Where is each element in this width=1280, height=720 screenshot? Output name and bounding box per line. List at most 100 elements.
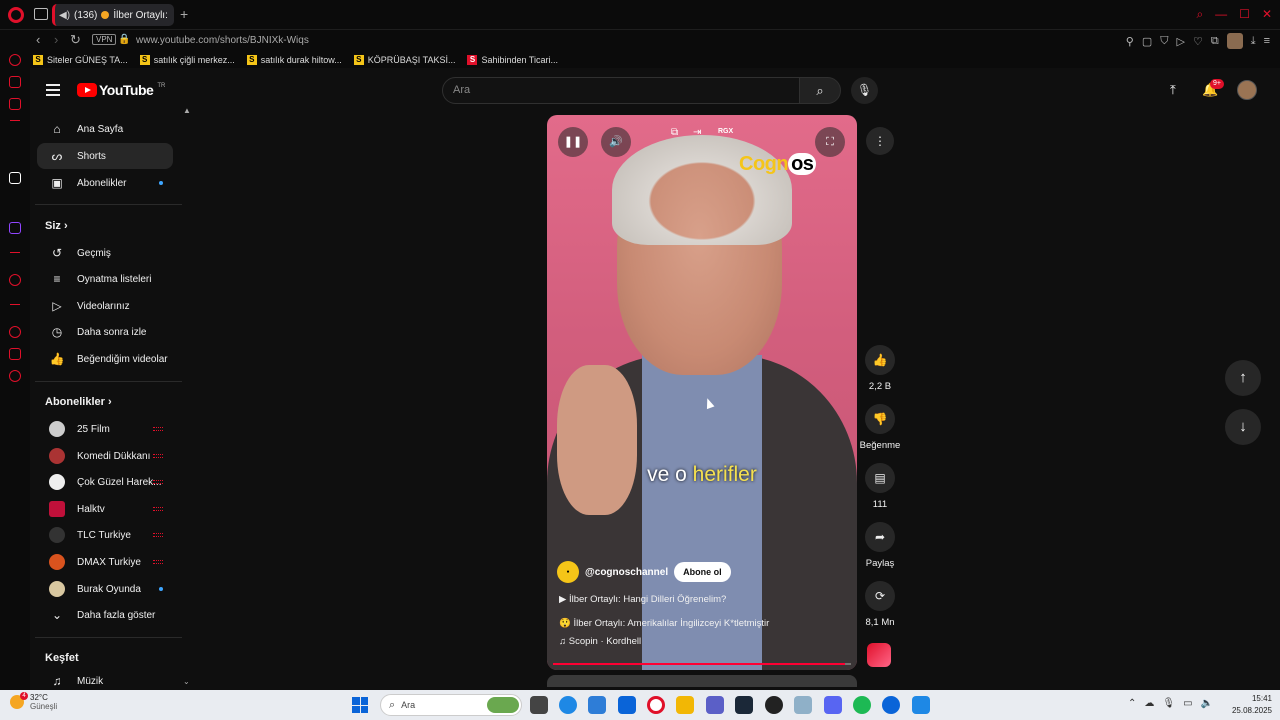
play-icon[interactable]: ▷ — [1177, 35, 1185, 48]
tab-menu-icon[interactable] — [34, 8, 48, 20]
messenger-icon[interactable] — [9, 76, 21, 88]
twitch-icon[interactable] — [9, 222, 21, 234]
upload-icon[interactable]: ⤒ — [1170, 82, 1176, 98]
discord-icon[interactable] — [824, 696, 842, 714]
subscribe-button[interactable]: Abone ol — [674, 562, 731, 582]
related-video-link[interactable]: ▶ İlber Ortaylı: Hangi Dilleri Öğrenelim… — [559, 594, 726, 605]
channel-name[interactable]: @cognoschannel — [585, 567, 668, 578]
heart-icon[interactable]: ♡ — [1193, 35, 1203, 48]
previous-short-button[interactable]: ↑ — [1225, 360, 1261, 396]
history-icon[interactable] — [9, 326, 21, 338]
sidebar-item-watch-later[interactable]: ◷ Daha sonra izle — [37, 319, 173, 345]
github-icon[interactable] — [765, 696, 783, 714]
next-short-button[interactable]: ↓ — [1225, 409, 1261, 445]
vpn-badge[interactable]: VPN — [92, 34, 117, 45]
extensions-icon[interactable]: ⧉ — [1211, 35, 1219, 48]
channel-cok-guzel[interactable]: Çok Güzel Harek... — [37, 469, 173, 495]
bookmark-item[interactable]: S Sahibinden Ticari... — [467, 55, 558, 65]
channel-burak-oyunda[interactable]: Burak Oyunda — [37, 576, 173, 602]
bookmark-item[interactable]: Ssatılık çiğli merkez... — [139, 55, 235, 65]
sidebar-item-your-videos[interactable]: ▷ Videolarınız — [37, 293, 173, 319]
pin-icon[interactable]: ⚲ — [1126, 35, 1134, 48]
teams-icon[interactable] — [706, 696, 724, 714]
taskbar-search[interactable]: ⌕ Ara — [380, 694, 522, 716]
clock[interactable]: 15:41 25.08.2025 — [1228, 693, 1272, 717]
progress-bar[interactable] — [553, 663, 851, 665]
weather-widget[interactable]: 4 32°C Güneşli — [10, 692, 57, 711]
scroll-down-icon[interactable]: ⌄ — [183, 677, 190, 686]
ai-icon[interactable] — [9, 54, 21, 66]
spotify-icon[interactable] — [853, 696, 871, 714]
shorts-video-player[interactable]: ❚❚ 🔊 ⧉ ⇥ RGX ⛶ Cogn os ve o herifler ● @c… — [547, 115, 857, 670]
scroll-up-icon[interactable]: ▲ — [183, 106, 191, 115]
overlay-label[interactable]: RGX — [718, 128, 733, 135]
avatar[interactable] — [1237, 80, 1257, 100]
player-icon[interactable] — [9, 274, 21, 286]
sidebar-item-music[interactable]: ♫ Müzik — [37, 668, 173, 690]
task-view-icon[interactable] — [530, 696, 548, 714]
app-icon[interactable] — [882, 696, 900, 714]
hamburger-menu-icon[interactable] — [46, 84, 60, 96]
bookmark-item[interactable]: Ssatılık durak hiltow... — [246, 55, 342, 65]
next-short-preview[interactable] — [547, 675, 857, 687]
back-icon[interactable]: ‹ — [36, 32, 40, 47]
remix-button[interactable]: ⟳ 8,1 Mn — [858, 581, 902, 628]
speaker-icon[interactable]: ◀) — [59, 10, 70, 21]
channel-komedi-dukkani[interactable]: Komedi Dükkanı — [37, 443, 173, 469]
channel-avatar[interactable]: ● — [557, 561, 579, 583]
steam-icon[interactable] — [735, 696, 753, 714]
cube-icon[interactable] — [9, 348, 21, 360]
section-siz[interactable]: Siz › — [45, 220, 68, 232]
bookmark-item[interactable]: S KÖPRÜBAŞI TAKSİ... — [353, 55, 455, 65]
aria-icon[interactable] — [9, 172, 21, 184]
whatsapp-icon[interactable] — [9, 98, 21, 110]
reload-icon[interactable]: ↻ — [70, 32, 81, 48]
menu-icon[interactable]: ≡ — [1264, 35, 1270, 47]
settings-icon[interactable] — [9, 370, 21, 382]
edge-icon[interactable] — [559, 696, 577, 714]
forward-icon[interactable]: › — [54, 32, 58, 47]
mic-tray-icon[interactable]: 🎙 — [1162, 698, 1175, 709]
section-subscriptions[interactable]: Abonelikler › — [45, 396, 112, 408]
dislike-button[interactable]: 👎 Beğenme — [858, 404, 902, 451]
active-app-icon[interactable] — [912, 696, 930, 714]
channel-halktv[interactable]: Halktv — [37, 496, 173, 522]
sound-thumbnail[interactable] — [867, 643, 891, 667]
opera-logo-icon[interactable] — [8, 7, 24, 23]
settings-app-icon[interactable] — [794, 696, 812, 714]
minimize-icon[interactable]: — — [1215, 7, 1227, 22]
download-icon[interactable]: ⤓ — [1251, 35, 1256, 48]
channel-25-film[interactable]: 25 Film — [37, 416, 173, 442]
search-button[interactable]: ⌕ — [799, 77, 841, 104]
url-field[interactable]: www.youtube.com/shorts/BJNIXk-Wiqs — [136, 35, 309, 46]
search-input[interactable]: Ara — [442, 77, 800, 104]
comments-button[interactable]: ▤ 111 — [858, 463, 902, 510]
profile-avatar[interactable] — [1226, 33, 1243, 49]
more-options-button[interactable]: ⋮ — [866, 127, 894, 155]
speaker-tray-icon[interactable]: 🔈 — [1201, 698, 1213, 709]
chevron-up-icon[interactable]: ⌃ — [1128, 698, 1136, 709]
volume-button[interactable]: 🔊 — [601, 127, 631, 157]
sidebar-item-history[interactable]: ↺ Geçmiş — [37, 240, 173, 266]
outlook-icon[interactable] — [618, 696, 636, 714]
sidebar-item-shorts[interactable]: ᔕ Shorts — [37, 143, 173, 169]
bookmark-item[interactable]: S Siteler GÜNEŞ TA... — [33, 55, 128, 65]
youtube-logo[interactable]: YouTube TR — [77, 82, 165, 98]
store-icon[interactable] — [588, 696, 606, 714]
miniplayer-icon[interactable]: ⧉ — [671, 127, 678, 138]
show-more-button[interactable]: ⌄ Daha fazla göster — [37, 602, 173, 628]
sidebar-item-home[interactable]: ⌂ Ana Sayfa — [37, 116, 173, 142]
cloud-icon[interactable]: ☁ — [1144, 698, 1154, 709]
pause-button[interactable]: ❚❚ — [558, 127, 588, 157]
like-button[interactable]: 👍 2,2 B — [858, 345, 902, 392]
sidebar-item-playlists[interactable]: ≡ Oynatma listeleri — [37, 266, 173, 292]
close-icon[interactable]: ✕ — [1262, 7, 1272, 22]
channel-dmax[interactable]: DMAX Turkiye — [37, 549, 173, 575]
channel-tlc[interactable]: TLC Turkiye — [37, 522, 173, 548]
search-tabs-icon[interactable]: ⌕ — [1196, 7, 1203, 22]
voice-search-button[interactable]: 🎙 — [851, 77, 878, 104]
share-button[interactable]: ➦ Paylaş — [858, 522, 902, 569]
opera-taskbar-icon[interactable] — [647, 696, 665, 714]
shield-icon[interactable]: ⛉ — [1160, 35, 1168, 48]
popout-icon[interactable]: ⇥ — [693, 127, 701, 138]
